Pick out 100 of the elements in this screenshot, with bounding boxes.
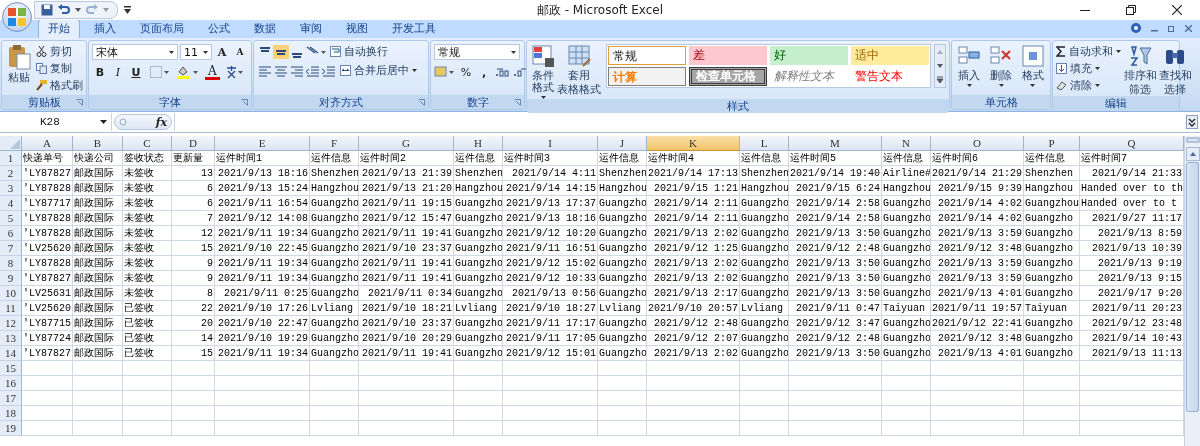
row-header[interactable]: 4	[0, 196, 22, 211]
close-icon[interactable]	[1172, 5, 1182, 15]
column-header[interactable]: D	[172, 136, 215, 151]
customize-icon[interactable]	[124, 6, 131, 14]
caret-icon	[1095, 84, 1100, 87]
ribbon-tab[interactable]: 开发工具	[382, 19, 446, 38]
ribbon-tab[interactable]: 数据	[244, 19, 286, 38]
grow-font-button[interactable]: A	[214, 44, 230, 60]
cell-style-preset[interactable]: 差	[689, 46, 767, 65]
function-button[interactable]: fx	[114, 114, 172, 130]
scrollbar-thumb[interactable]	[1186, 162, 1199, 412]
cells-button[interactable]: 插入	[955, 44, 984, 87]
column-header[interactable]: L	[740, 136, 789, 151]
column-header[interactable]: O	[931, 136, 1024, 151]
scroll-up-icon[interactable]	[1185, 147, 1200, 161]
cells-button[interactable]: 格式	[1018, 44, 1047, 87]
save-icon[interactable]	[41, 4, 53, 16]
row-header[interactable]: 8	[0, 256, 22, 271]
clipboard-button[interactable]: 剪切	[36, 44, 83, 59]
dialog-launcher-icon[interactable]	[76, 99, 83, 106]
ribbon-tab[interactable]: 公式	[198, 19, 240, 38]
column-header[interactable]: M	[789, 136, 882, 151]
row-header[interactable]: 16	[0, 376, 22, 391]
column-header[interactable]: Q	[1080, 136, 1184, 151]
column-header[interactable]: P	[1024, 136, 1080, 151]
ribbon-tab[interactable]: 插入	[84, 19, 126, 38]
cell-style-preset[interactable]: 好	[770, 46, 848, 65]
row-header[interactable]: 10	[0, 286, 22, 301]
clipboard-button[interactable]: 复制	[36, 61, 83, 76]
editing-button[interactable]: 清除	[1056, 78, 1121, 93]
column-header[interactable]: C	[123, 136, 172, 151]
column-header[interactable]: J	[598, 136, 647, 151]
row-header[interactable]: 2	[0, 166, 22, 181]
editing-button[interactable]: 填充	[1056, 61, 1121, 76]
font-size-dropdown[interactable]: 11	[180, 44, 212, 60]
clipboard-button[interactable]: 格式刷	[36, 78, 83, 93]
caret-icon[interactable]	[75, 8, 81, 12]
increase-decimal-icon[interactable]	[494, 65, 510, 79]
number-format-dropdown[interactable]: 常规	[434, 44, 520, 60]
underline-button[interactable]: U	[128, 64, 144, 80]
cells-button[interactable]: 删除	[986, 44, 1016, 87]
column-header[interactable]: E	[215, 136, 310, 151]
dialog-launcher-icon[interactable]	[418, 99, 425, 106]
table-cell: 运件信息	[882, 151, 931, 166]
bold-button[interactable]: B	[92, 64, 108, 80]
row-header[interactable]: 5	[0, 211, 22, 226]
undo-icon[interactable]	[57, 4, 71, 16]
fill-color-icon[interactable]	[176, 65, 200, 79]
row-header[interactable]: 9	[0, 271, 22, 286]
conditional-format-button[interactable]: 条件格式	[530, 44, 556, 99]
row-header[interactable]: 7	[0, 241, 22, 256]
split-handle-icon[interactable]	[1185, 136, 1200, 146]
ribbon-tab[interactable]: 视图	[336, 19, 378, 38]
percent-button[interactable]: %	[458, 64, 474, 80]
expand-icon[interactable]	[1186, 115, 1198, 129]
column-header[interactable]: A	[22, 136, 73, 151]
help-icon[interactable]	[1131, 23, 1141, 33]
restore-icon[interactable]	[1126, 5, 1136, 15]
editing-large-button[interactable]: 排序和 筛选	[1124, 44, 1156, 96]
name-box[interactable]: K28	[0, 113, 112, 131]
row-header[interactable]: 15	[0, 361, 22, 376]
row-header[interactable]: 1	[0, 151, 22, 166]
italic-button[interactable]: I	[110, 64, 126, 80]
row-header[interactable]: 13	[0, 331, 22, 346]
row-header[interactable]: 17	[0, 391, 22, 406]
format-as-table-button[interactable]: 套用 表格格式	[559, 44, 599, 96]
font-name-dropdown[interactable]: 宋体	[92, 44, 178, 60]
merge-center-button[interactable]: 合并后居中	[340, 63, 417, 78]
row-header[interactable]: 3	[0, 181, 22, 196]
row-header[interactable]: 12	[0, 316, 22, 331]
column-header[interactable]: H	[454, 136, 503, 151]
paste-button[interactable]: 粘贴	[5, 44, 33, 84]
ribbon-tab[interactable]: 审阅	[290, 19, 332, 38]
row-header[interactable]: 11	[0, 301, 22, 316]
currency-icon[interactable]	[434, 65, 456, 79]
column-header[interactable]: F	[310, 136, 359, 151]
column-header[interactable]: K	[647, 136, 740, 151]
dialog-launcher-icon[interactable]	[241, 99, 248, 106]
column-header[interactable]: I	[503, 136, 598, 151]
phonetic-icon[interactable]	[224, 65, 243, 79]
decrease-decimal-icon[interactable]	[512, 65, 528, 79]
editing-button[interactable]: 自动求和	[1056, 44, 1121, 59]
shrink-font-button[interactable]: A	[232, 44, 248, 60]
ribbon-tab[interactable]: 页面布局	[130, 19, 194, 38]
row-header[interactable]: 14	[0, 346, 22, 361]
row-header[interactable]: 6	[0, 226, 22, 241]
align-middle-icon[interactable]	[273, 44, 289, 59]
column-header[interactable]: B	[73, 136, 123, 151]
row-header[interactable]: 18	[0, 406, 22, 421]
row-header[interactable]: 19	[0, 421, 22, 436]
font-color-button[interactable]: A	[205, 64, 220, 80]
editing-large-button[interactable]: 查找和 选择	[1159, 44, 1191, 96]
dialog-launcher-icon[interactable]	[514, 99, 521, 106]
border-icon[interactable]	[149, 65, 171, 79]
wrap-text-button[interactable]: 自动换行	[330, 44, 388, 59]
comma-button[interactable]: ,	[476, 64, 492, 80]
column-header[interactable]: N	[882, 136, 931, 151]
cell-style-preset[interactable]: 常规	[608, 46, 686, 65]
column-header[interactable]: G	[359, 136, 454, 151]
cell-style-preset[interactable]: 适中	[851, 46, 929, 65]
